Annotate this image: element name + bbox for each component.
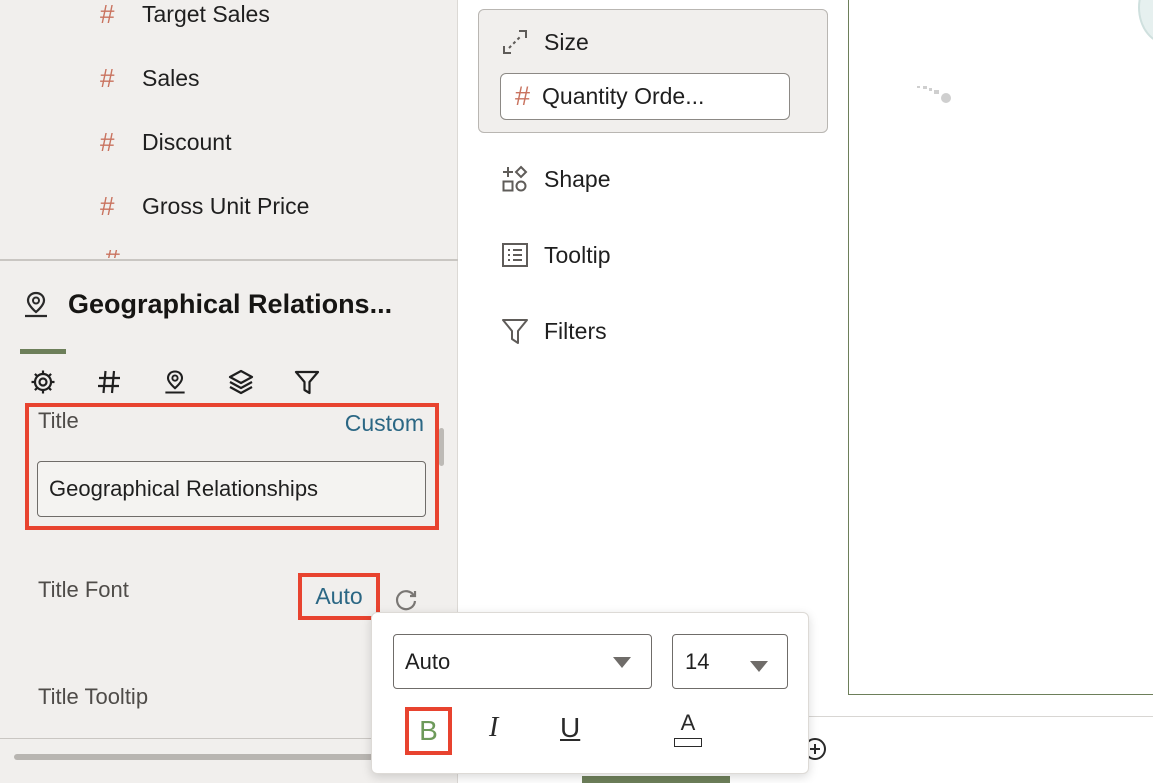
title-label: Title [38, 408, 79, 433]
tab-values[interactable] [92, 366, 126, 398]
grammar-tooltip[interactable]: Tooltip [500, 238, 610, 272]
reset-icon[interactable] [392, 585, 420, 613]
field-label: Discount [142, 128, 232, 155]
field-sales[interactable]: # Sales [100, 58, 200, 98]
tab-general[interactable] [26, 366, 60, 398]
active-canvas-tab[interactable] [582, 776, 730, 783]
tab-map[interactable] [158, 366, 192, 398]
field-label: Target Sales [142, 0, 270, 27]
shape-label: Shape [544, 165, 611, 192]
tooltip-list-icon [502, 243, 528, 267]
font-color-icon: A [680, 710, 696, 735]
measure-icon-partial: # [106, 250, 120, 258]
field-label: Sales [142, 64, 200, 91]
tab-layers[interactable] [224, 366, 258, 398]
hash-icon [98, 370, 120, 394]
font-size-value: 14 [685, 648, 710, 674]
field-label: Gross Unit Price [142, 192, 310, 219]
vertical-scrollbar[interactable] [439, 428, 444, 466]
layers-icon [228, 369, 254, 395]
font-family-value: Auto [405, 648, 451, 674]
resize-icon [503, 30, 527, 54]
font-family-select[interactable]: Auto [393, 634, 652, 689]
underline-button[interactable]: U [560, 712, 580, 744]
grammar-size: Size [500, 25, 589, 59]
title-tooltip-label: Title Tooltip [38, 684, 149, 709]
size-label: Size [544, 28, 589, 55]
chevron-down-icon [750, 661, 768, 672]
measure-icon: # [100, 126, 115, 157]
gear-icon [31, 370, 55, 394]
map-pin-icon [25, 291, 47, 318]
measure-icon: # [100, 62, 115, 93]
filters-label: Filters [544, 317, 607, 344]
measure-icon: # [100, 0, 115, 29]
grammar-shape[interactable]: Shape [500, 162, 611, 196]
title-mode-link[interactable]: Custom [345, 410, 424, 437]
panel-divider[interactable] [0, 259, 458, 261]
field-gross-unit-price[interactable]: # Gross Unit Price [100, 186, 309, 226]
bold-highlight-box: B [405, 707, 452, 755]
title-font-highlight-box: Auto [298, 573, 380, 620]
size-field-pill[interactable]: # Quantity Orde... [500, 73, 790, 120]
font-color-button[interactable]: A [673, 710, 703, 752]
filter-icon [294, 370, 320, 395]
visualization-canvas[interactable] [848, 0, 1153, 695]
field-target-sales[interactable]: # Target Sales [100, 0, 270, 34]
chevron-down-icon [613, 657, 631, 668]
shape-icon [502, 165, 528, 192]
tab-filters[interactable] [290, 366, 324, 398]
map-pin-icon [165, 370, 185, 394]
tooltip-label: Tooltip [544, 241, 611, 268]
field-discount[interactable]: # Discount [100, 122, 231, 162]
grammar-filters[interactable]: Filters [500, 314, 607, 348]
filter-icon [502, 319, 528, 344]
properties-tabs [26, 366, 324, 398]
canvas-divider [808, 716, 1153, 717]
measure-icon: # [100, 190, 115, 221]
title-input[interactable] [37, 461, 426, 517]
active-tab-indicator [20, 349, 66, 354]
title-font-label: Title Font [38, 577, 129, 602]
bold-button[interactable]: B [419, 715, 438, 747]
measure-icon: # [515, 81, 531, 111]
size-field-label: Quantity Orde... [542, 83, 705, 109]
color-swatch [674, 738, 702, 747]
font-size-select[interactable]: 14 [672, 634, 788, 689]
visualization-header: Geographical Relations... [20, 282, 440, 326]
map-islands-shape [917, 86, 951, 103]
visualization-title: Geographical Relations... [68, 288, 393, 319]
italic-button[interactable]: I [489, 712, 498, 744]
title-font-link[interactable]: Auto [315, 583, 362, 610]
